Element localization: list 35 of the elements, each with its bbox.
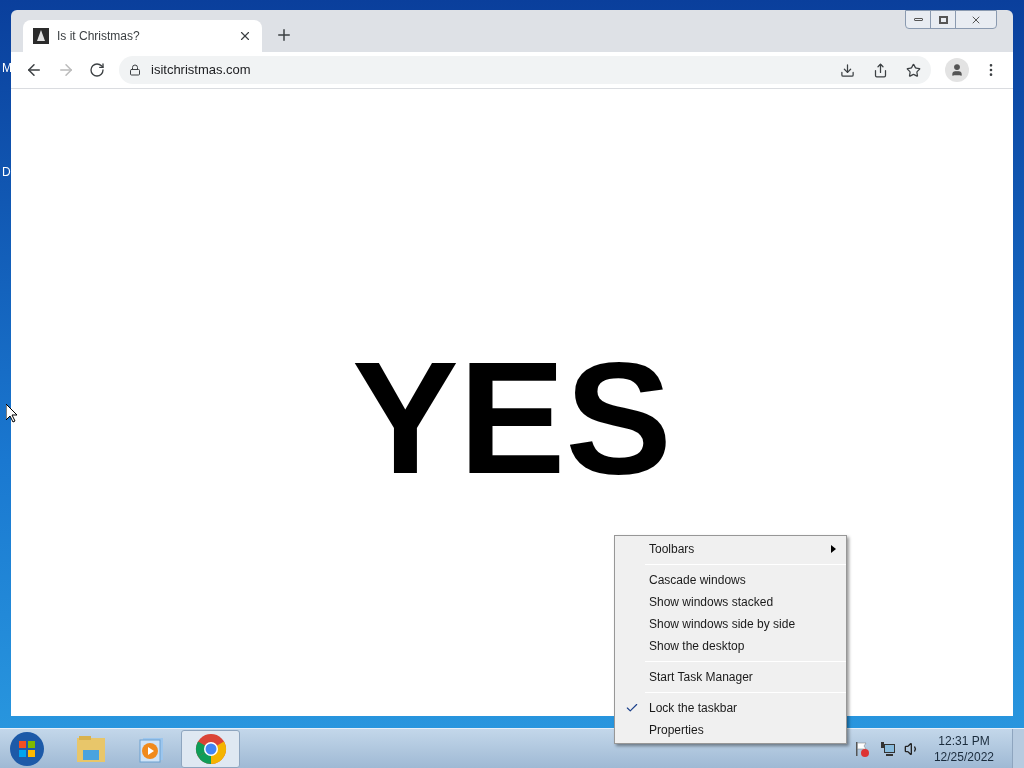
desktop-icon-label[interactable]: D	[2, 163, 11, 181]
folder-icon	[74, 733, 107, 764]
clock-date: 12/25/2022	[933, 748, 994, 765]
profile-avatar[interactable]	[945, 58, 969, 82]
context-menu-item[interactable]: Toolbars	[615, 538, 846, 560]
close-tab-icon[interactable]	[238, 29, 252, 43]
reload-icon[interactable]	[89, 62, 105, 78]
tab-title: Is it Christmas?	[57, 28, 141, 45]
download-icon[interactable]	[840, 62, 855, 78]
start-button[interactable]	[8, 729, 46, 768]
submenu-arrow-icon	[831, 545, 836, 553]
clock[interactable]: 12:31 PM 12/25/2022	[933, 732, 994, 765]
context-menu-item[interactable]: Cascade windows	[615, 569, 846, 591]
browser-tab[interactable]: Is it Christmas?	[23, 20, 262, 52]
clock-time: 12:31 PM	[938, 732, 990, 749]
network-icon[interactable]	[879, 740, 896, 757]
context-menu-item[interactable]: Show windows side by side	[615, 613, 846, 635]
bookmark-star-icon[interactable]	[906, 62, 921, 78]
context-menu-item[interactable]: Start Task Manager	[615, 666, 846, 688]
address-bar[interactable]: isitchristmas.com	[119, 56, 931, 84]
context-menu-item[interactable]: Show windows stacked	[615, 591, 846, 613]
action-center-flag-icon[interactable]	[853, 740, 870, 757]
context-menu-item[interactable]: Lock the taskbar	[615, 697, 846, 719]
back-icon[interactable]	[25, 61, 43, 79]
browser-logo-icon	[194, 732, 227, 765]
share-icon[interactable]	[873, 62, 888, 78]
new-tab-icon[interactable]	[275, 26, 293, 44]
url-text: isitchristmas.com	[151, 61, 252, 80]
context-menu-item[interactable]: Properties	[615, 719, 846, 741]
taskbar-app-button[interactable]	[181, 729, 240, 768]
desktop-icon-label[interactable]: M	[2, 59, 12, 77]
context-menu-item[interactable]: Show the desktop	[615, 635, 846, 657]
tree-favicon-icon	[33, 28, 49, 44]
answer-text: YES	[351, 337, 673, 498]
lock-icon	[129, 64, 141, 76]
